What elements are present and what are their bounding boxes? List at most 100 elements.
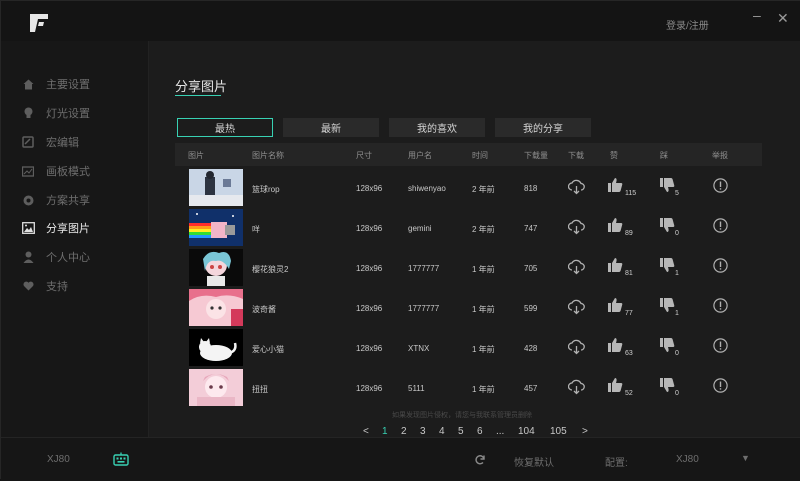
- download-cloud-icon[interactable]: [567, 258, 585, 277]
- like-count: 63: [625, 350, 633, 357]
- thumbnail-image[interactable]: [189, 329, 243, 366]
- table-row[interactable]: 爱心小猫 128x96 XTNX 1 年前 428 63 0: [175, 328, 762, 368]
- thumbnail-image[interactable]: [189, 209, 243, 246]
- thumbnail-image[interactable]: [189, 169, 243, 206]
- download-cloud-icon[interactable]: [567, 178, 585, 197]
- username: 5111: [408, 384, 425, 393]
- home-icon: [21, 77, 35, 91]
- column-header: 时间: [472, 151, 488, 160]
- thumbs-up-icon[interactable]: [608, 258, 623, 274]
- table-row[interactable]: 咩 128x96 gemini 2 年前 747 89 0: [175, 208, 762, 248]
- column-header: 举报: [712, 151, 728, 160]
- username: gemini: [408, 224, 432, 233]
- like-count: 77: [625, 310, 633, 317]
- page-105-button[interactable]: 105: [550, 426, 567, 437]
- thumbs-down-icon[interactable]: [660, 378, 675, 394]
- sidebar-item-scheme-share[interactable]: 方案共享: [21, 189, 90, 211]
- report-icon[interactable]: [713, 298, 728, 315]
- image-name: 樱花狼灵2: [252, 265, 289, 274]
- tab-hottest[interactable]: 最热: [177, 118, 273, 137]
- download-count: 457: [524, 384, 538, 393]
- sidebar-item-personal-center[interactable]: 个人中心: [21, 246, 90, 268]
- sidebar-item-share-image[interactable]: 分享图片: [21, 217, 90, 239]
- download-count: 428: [524, 344, 538, 353]
- prev-page-button[interactable]: <: [363, 426, 369, 437]
- bottom-bar: XJ80 恢复默认 配置: XJ80 ▼: [1, 437, 800, 481]
- sidebar-item-label: 主要设置: [46, 79, 90, 91]
- report-icon[interactable]: [713, 258, 728, 275]
- report-icon[interactable]: [713, 178, 728, 195]
- tab-my-likes[interactable]: 我的喜欢: [389, 118, 485, 137]
- page-4-button[interactable]: 4: [439, 426, 445, 437]
- table-header: 图片 图片名称 尺寸 用户名 时间 下载量 下载 赞 踩 举报: [175, 143, 762, 166]
- thumbs-down-icon[interactable]: [660, 298, 675, 314]
- title-underline: [175, 95, 221, 96]
- like-count: 52: [625, 390, 633, 397]
- image-size: 128x96: [356, 304, 383, 313]
- download-cloud-icon[interactable]: [567, 218, 585, 237]
- thumbs-down-icon[interactable]: [660, 338, 675, 354]
- column-header: 踩: [660, 151, 668, 160]
- sidebar-item-label: 灯光设置: [46, 108, 90, 120]
- app-window: 登录/注册 – ✕ 主要设置 灯光设置 宏编辑 画板模式 方案共享 分享图片 个…: [0, 0, 800, 481]
- image-size: 128x96: [356, 264, 383, 273]
- thumbs-up-icon[interactable]: [608, 338, 623, 354]
- minimize-button[interactable]: –: [753, 7, 761, 23]
- tab-my-shares[interactable]: 我的分享: [495, 118, 591, 137]
- sidebar-item-drawing-board[interactable]: 画板模式: [21, 160, 90, 182]
- close-button[interactable]: ✕: [777, 10, 789, 27]
- image-name: 扭扭: [252, 385, 268, 394]
- config-select[interactable]: XJ80: [676, 454, 699, 465]
- pagination-ellipsis: ...: [496, 426, 505, 437]
- page-1-button[interactable]: 1: [382, 426, 388, 437]
- page-5-button[interactable]: 5: [458, 426, 464, 437]
- username: 1777777: [408, 264, 440, 273]
- next-page-button[interactable]: >: [582, 426, 588, 437]
- sidebar-item-lighting[interactable]: 灯光设置: [21, 102, 90, 124]
- table-row[interactable]: 篮球rop 128x96 shiwenyao 2 年前 818 115 5: [175, 168, 762, 208]
- sidebar-item-support[interactable]: 支持: [21, 275, 68, 297]
- sidebar: 主要设置 灯光设置 宏编辑 画板模式 方案共享 分享图片 个人中心 支持: [1, 41, 149, 437]
- app-logo: [30, 14, 48, 32]
- page-3-button[interactable]: 3: [420, 426, 426, 437]
- username: 1777777: [408, 304, 440, 313]
- thumbs-down-icon[interactable]: [660, 258, 675, 274]
- page-104-button[interactable]: 104: [518, 426, 535, 437]
- table-row[interactable]: 扭扭 128x96 5111 1 年前 457 52 0: [175, 368, 762, 408]
- thumbs-up-icon[interactable]: [608, 378, 623, 394]
- table-row[interactable]: 波奇酱 128x96 1777777 1 年前 599 77 1: [175, 288, 762, 328]
- page-2-button[interactable]: 2: [401, 426, 407, 437]
- thumbs-up-icon[interactable]: [608, 218, 623, 234]
- sidebar-item-main-settings[interactable]: 主要设置: [21, 73, 90, 95]
- download-cloud-icon[interactable]: [567, 298, 585, 317]
- thumbs-up-icon[interactable]: [608, 178, 623, 194]
- sidebar-item-macro[interactable]: 宏编辑: [21, 131, 79, 153]
- report-icon[interactable]: [713, 218, 728, 235]
- table-row[interactable]: 樱花狼灵2 128x96 1777777 1 年前 705 81 1: [175, 248, 762, 288]
- thumbnail-image[interactable]: [189, 289, 243, 326]
- thumbnail-image[interactable]: [189, 369, 243, 406]
- thumbs-up-icon[interactable]: [608, 298, 623, 314]
- restore-icon[interactable]: [474, 453, 486, 471]
- chevron-down-icon[interactable]: ▼: [741, 453, 750, 463]
- restore-default-button[interactable]: 恢复默认: [514, 454, 554, 469]
- image-size: 128x96: [356, 384, 383, 393]
- download-cloud-icon[interactable]: [567, 378, 585, 397]
- thumbs-down-icon[interactable]: [660, 178, 675, 194]
- report-icon[interactable]: [713, 338, 728, 355]
- tab-newest[interactable]: 最新: [283, 118, 379, 137]
- report-icon[interactable]: [713, 378, 728, 395]
- copyright-notice: 如果发现图片侵权，请您与我联系管理员删除: [392, 412, 532, 419]
- thumbnail-image[interactable]: [189, 249, 243, 286]
- thumbs-down-icon[interactable]: [660, 218, 675, 234]
- person-icon: [21, 250, 35, 264]
- share-scheme-icon: [21, 193, 35, 207]
- keyboard-icon[interactable]: [113, 451, 129, 472]
- config-label: 配置:: [605, 458, 628, 469]
- download-cloud-icon[interactable]: [567, 338, 585, 357]
- title-bar: 登录/注册 – ✕: [1, 1, 800, 41]
- login-register-link[interactable]: 登录/注册: [666, 17, 709, 32]
- image-icon: [21, 221, 35, 235]
- page-6-button[interactable]: 6: [477, 426, 483, 437]
- image-name: 咩: [252, 225, 260, 234]
